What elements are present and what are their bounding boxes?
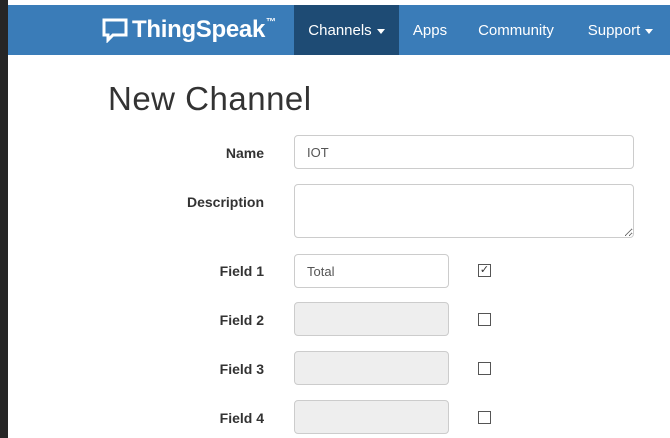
page-title: New Channel xyxy=(108,80,312,117)
nav-apps[interactable]: Apps xyxy=(399,5,461,55)
field-3-label: Field 3 xyxy=(219,361,264,377)
speech-bubble-icon xyxy=(102,18,128,43)
nav-apps-label: Apps xyxy=(412,21,448,39)
field-4-label: Field 4 xyxy=(219,410,264,426)
brand-name: ThingSpeak xyxy=(132,16,266,43)
description-textarea[interactable] xyxy=(294,184,634,238)
name-input[interactable] xyxy=(294,135,634,169)
description-label: Description xyxy=(186,194,264,210)
top-navbar: ThingSpeak ™ Channels Apps Community Sup… xyxy=(8,5,670,55)
check-mark-icon: ✓ xyxy=(479,264,490,276)
nav-community-label: Community xyxy=(478,21,554,39)
field-1-label: Field 1 xyxy=(219,263,264,279)
nav-channels-label: Channels xyxy=(308,21,372,39)
field-2-checkbox[interactable] xyxy=(478,313,491,326)
nav-community[interactable]: Community xyxy=(461,5,571,55)
field-4-input[interactable] xyxy=(294,400,449,434)
field-2-label: Field 2 xyxy=(219,312,264,328)
field-2-input[interactable] xyxy=(294,302,449,336)
field-1-input[interactable] xyxy=(294,254,449,288)
field-3-checkbox[interactable] xyxy=(478,362,491,375)
nav-support[interactable]: Support xyxy=(571,5,670,55)
field-1-checkbox[interactable]: ✓ xyxy=(478,264,491,277)
caret-down-icon xyxy=(645,28,654,34)
field-4-checkbox[interactable] xyxy=(478,411,491,424)
nav-channels[interactable]: Channels xyxy=(294,5,399,55)
window-left-edge xyxy=(0,0,8,438)
caret-down-icon xyxy=(376,28,385,34)
name-label: Name xyxy=(225,145,264,161)
nav-support-label: Support xyxy=(587,21,641,39)
brand-trademark: ™ xyxy=(266,17,277,28)
brand-logo[interactable]: ThingSpeak ™ xyxy=(102,5,276,55)
field-3-input[interactable] xyxy=(294,351,449,385)
